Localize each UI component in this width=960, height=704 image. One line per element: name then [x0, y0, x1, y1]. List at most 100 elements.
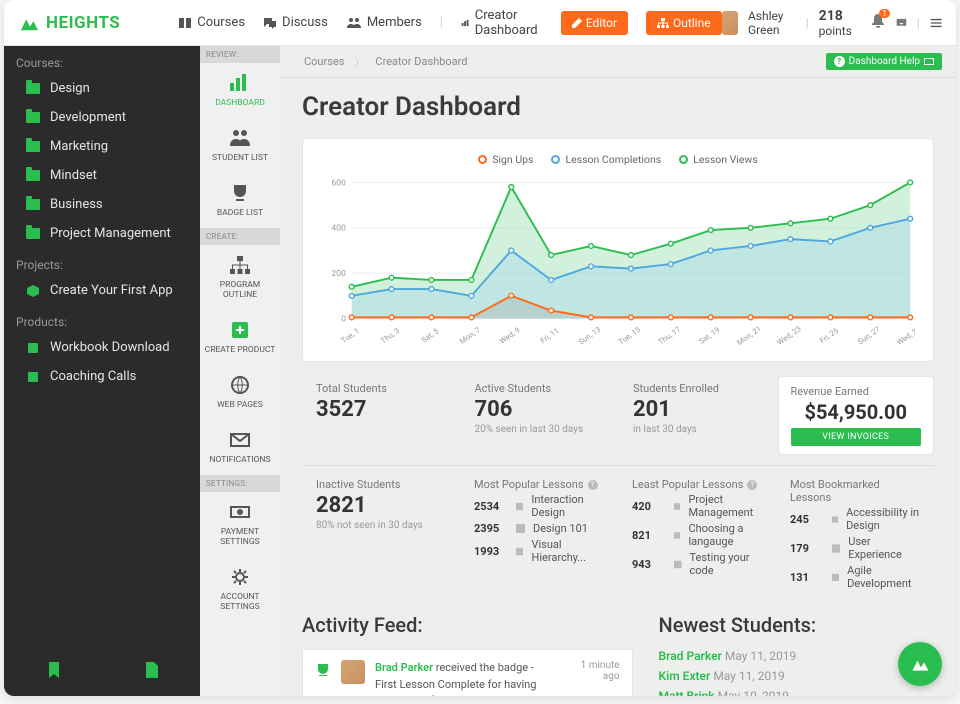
breadcrumb-creator-dashboard[interactable]: Creator Dashboard: [365, 55, 477, 68]
lesson-row[interactable]: 179User Experience: [790, 535, 920, 561]
book-icon: [178, 17, 192, 29]
project-icon: [26, 284, 40, 298]
lesson-row[interactable]: 943Testing your code: [632, 551, 762, 577]
legend-completions[interactable]: Lesson Completions: [551, 153, 661, 166]
topnav: Courses Discuss Members | Creator Dashbo…: [178, 8, 721, 38]
sidenav-program-outline[interactable]: PROGRAM OUTLINE: [200, 245, 280, 310]
menu-icon[interactable]: [930, 16, 942, 30]
gear-icon: [229, 567, 251, 587]
sidenav-web-pages[interactable]: WEB PAGES: [200, 365, 280, 420]
file-footer-icon[interactable]: [146, 662, 158, 682]
points-value: 218: [819, 8, 843, 24]
svg-text:Tue, 15: Tue, 15: [617, 325, 642, 346]
svg-text:Thu, 3: Thu, 3: [379, 326, 401, 345]
user-name[interactable]: Ashley Green: [748, 9, 796, 37]
trophy-icon: [315, 662, 331, 678]
notifications-button[interactable]: 1: [870, 13, 886, 32]
plus-square-icon: [229, 320, 251, 340]
svg-text:Sat, 5: Sat, 5: [420, 327, 441, 345]
chat-icon: [263, 17, 277, 29]
svg-text:Fri, 11: Fri, 11: [539, 326, 561, 345]
lesson-row[interactable]: 2395Design 101: [474, 522, 604, 535]
folder-icon: [26, 228, 40, 239]
people-icon: [229, 128, 251, 148]
sidenav-account-settings[interactable]: ACCOUNT SETTINGS: [200, 557, 280, 622]
sidebar-dark: Courses: Design Development Marketing Mi…: [4, 46, 200, 696]
sidenav-dashboard[interactable]: DASHBOARD: [200, 63, 280, 118]
nav-discuss[interactable]: Discuss: [263, 15, 328, 30]
breadcrumb: Courses 〉 Creator Dashboard ?Dashboard H…: [280, 46, 956, 78]
lesson-row[interactable]: 245Accessibility in Design: [790, 506, 920, 532]
svg-text:Mon, 7: Mon, 7: [458, 325, 482, 346]
money-icon: [229, 502, 251, 522]
sidebar-course-pm[interactable]: Project Management: [4, 219, 200, 248]
topbar: HEIGHTS Courses Discuss Members | Creato…: [4, 0, 956, 46]
sidebar-course-marketing[interactable]: Marketing: [4, 132, 200, 161]
svg-text:Wed, 30: Wed, 30: [895, 324, 915, 347]
student-line[interactable]: Brad Parker May 11, 2019: [659, 649, 934, 663]
nav-courses[interactable]: Courses: [178, 15, 245, 30]
sidebar-product-workbook[interactable]: Workbook Download: [4, 333, 200, 362]
outline-button[interactable]: Outline: [646, 11, 722, 35]
revenue-value: $54,950.00: [791, 400, 922, 424]
legend-views[interactable]: Lesson Views: [679, 153, 758, 166]
lesson-row[interactable]: 131Agile Development: [790, 564, 920, 590]
lesson-row[interactable]: 420Project Management: [632, 493, 762, 519]
revenue-box: Revenue Earned $54,950.00 VIEW INVOICES: [778, 376, 935, 455]
sidebar-course-development[interactable]: Development: [4, 103, 200, 132]
sidebar-product-coaching[interactable]: Coaching Calls: [4, 362, 200, 391]
bookmark-footer-icon[interactable]: [47, 662, 61, 682]
lesson-row[interactable]: 1993Visual Hierarchy...: [474, 538, 604, 564]
main-content: Courses 〉 Creator Dashboard ?Dashboard H…: [280, 46, 956, 696]
lesson-row[interactable]: 2534Interaction Design: [474, 493, 604, 519]
bar-chart-icon: [461, 17, 470, 29]
svg-text:Wed, 23: Wed, 23: [775, 324, 802, 347]
lesson-row[interactable]: 821Choosing a langauge: [632, 522, 762, 548]
folder-icon: [26, 112, 40, 123]
sidenav-create-product[interactable]: CREATE PRODUCT: [200, 310, 280, 365]
folder-icon: [26, 170, 40, 181]
product-icon: [26, 370, 40, 384]
inbox-icon[interactable]: [896, 16, 907, 30]
globe-icon: [229, 375, 251, 395]
sidebar-course-business[interactable]: Business: [4, 190, 200, 219]
sidebar-course-design[interactable]: Design: [4, 74, 200, 103]
sitemap-icon: [657, 18, 669, 28]
student-line[interactable]: Matt Brink May 10, 2019: [659, 689, 934, 696]
pencil-icon: [572, 18, 582, 28]
enrolled-students: 201: [633, 397, 764, 422]
view-invoices-button[interactable]: VIEW INVOICES: [791, 428, 922, 446]
student-line[interactable]: Kim Exter May 11, 2019: [659, 669, 934, 683]
sidebar-light: REVIEW: DASHBOARD STUDENT LIST BADGE LIS…: [200, 46, 280, 696]
logo[interactable]: HEIGHTS: [18, 13, 120, 33]
dashboard-help-button[interactable]: ?Dashboard Help: [826, 53, 942, 70]
trophy-icon: [229, 183, 251, 203]
feed-item[interactable]: Brad Parker received the badge - First L…: [302, 649, 633, 696]
breadcrumb-courses[interactable]: Courses: [294, 55, 354, 68]
svg-text:600: 600: [331, 178, 346, 188]
sidenav-badge-list[interactable]: BADGE LIST: [200, 173, 280, 228]
svg-text:Sun, 13: Sun, 13: [577, 325, 603, 347]
svg-text:0: 0: [341, 314, 346, 324]
sidenav-payment-settings[interactable]: PAYMENT SETTINGS: [200, 492, 280, 557]
legend-signups[interactable]: Sign Ups: [478, 153, 533, 166]
avatar[interactable]: [722, 11, 738, 35]
notification-badge: 1: [879, 9, 890, 18]
folder-icon: [26, 83, 40, 94]
nav-creator-dashboard[interactable]: Creator Dashboard: [461, 8, 543, 38]
fab-button[interactable]: [898, 642, 942, 686]
bar-chart-icon: [229, 73, 251, 93]
sidenav-notifications[interactable]: NOTIFICATIONS: [200, 420, 280, 475]
editor-button[interactable]: Editor: [561, 11, 628, 35]
chart-card: Sign Ups Lesson Completions Lesson Views…: [302, 138, 934, 362]
nav-members[interactable]: Members: [346, 15, 422, 30]
logo-icon: [910, 655, 930, 673]
help-icon[interactable]: ?: [747, 480, 757, 490]
sidebar-project-first-app[interactable]: Create Your First App: [4, 276, 200, 305]
folder-icon: [26, 141, 40, 152]
help-icon[interactable]: ?: [588, 480, 598, 490]
page-title: Creator Dashboard: [302, 92, 934, 122]
sidebar-course-mindset[interactable]: Mindset: [4, 161, 200, 190]
sidenav-student-list[interactable]: STUDENT LIST: [200, 118, 280, 173]
svg-text:Wed, 9: Wed, 9: [498, 325, 522, 345]
